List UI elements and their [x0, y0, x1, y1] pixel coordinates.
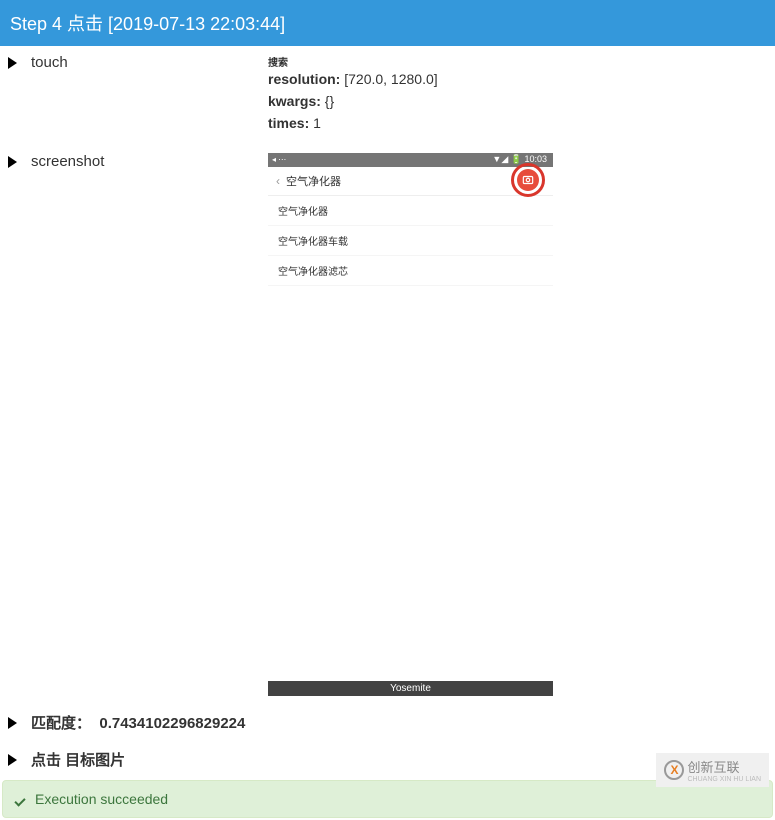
- watermark-logo-icon: X: [664, 760, 684, 780]
- expand-icon[interactable]: [8, 717, 17, 729]
- suggestion-item: 空气净化器: [268, 196, 553, 226]
- expand-icon[interactable]: [8, 156, 17, 168]
- scan-icon: [517, 169, 539, 191]
- step-title: Step 4 点击 [2019-07-13 22:03:44]: [10, 14, 285, 34]
- phone-status-bar: ◂ ⋯ ▼◢ 🔋 10:03: [268, 153, 553, 167]
- suggestion-item: 空气净化器滤芯: [268, 256, 553, 286]
- kwargs-value: {}: [321, 93, 334, 109]
- resolution-value: [720.0, 1280.0]: [340, 71, 437, 87]
- expand-icon[interactable]: [8, 57, 17, 69]
- kwargs-line: kwargs: {}: [268, 93, 767, 109]
- status-left-icons: ◂ ⋯: [272, 155, 286, 164]
- times-label: times:: [268, 115, 309, 131]
- match-row: 匹配度： 0.7434102296829224: [0, 704, 775, 741]
- times-line: times: 1: [268, 115, 767, 131]
- click-target-label: 点击 目标图片: [31, 749, 125, 770]
- touch-target-marker: [511, 163, 545, 197]
- screenshot-label: screenshot: [31, 153, 104, 170]
- resolution-label: resolution:: [268, 71, 340, 87]
- search-text: 空气净化器: [286, 173, 341, 189]
- watermark: X 创新互联 CHUANG XIN HU LIAN: [656, 753, 769, 787]
- phone-nav-bar: Yosemite: [268, 681, 553, 696]
- step-header: Step 4 点击 [2019-07-13 22:03:44]: [0, 0, 775, 46]
- status-right-icons: ▼◢ 🔋 10:03: [492, 154, 547, 165]
- suggestion-item: 空气净化器车载: [268, 226, 553, 256]
- kwargs-label: kwargs:: [268, 93, 321, 109]
- success-text: Execution succeeded: [35, 791, 168, 807]
- touch-label: touch: [31, 54, 68, 71]
- screenshot-row: screenshot ◂ ⋯ ▼◢ 🔋 10:03 ‹ 空气净化器 空气净化器 …: [0, 145, 775, 704]
- expand-icon[interactable]: [8, 754, 17, 766]
- watermark-subtext: CHUANG XIN HU LIAN: [687, 776, 761, 783]
- touch-row: touch 搜索 resolution: [720.0, 1280.0] kwa…: [0, 46, 775, 145]
- watermark-text: 创新互联: [687, 760, 739, 775]
- phone-screenshot: ◂ ⋯ ▼◢ 🔋 10:03 ‹ 空气净化器 空气净化器 空气净化器车载 空气净…: [268, 153, 553, 696]
- resolution-line: resolution: [720.0, 1280.0]: [268, 71, 767, 87]
- times-value: 1: [309, 115, 321, 131]
- check-icon: [15, 792, 29, 806]
- back-icon: ‹: [276, 174, 280, 188]
- search-small-label: 搜索: [268, 54, 767, 69]
- match-label: 匹配度： 0.7434102296829224: [31, 712, 245, 733]
